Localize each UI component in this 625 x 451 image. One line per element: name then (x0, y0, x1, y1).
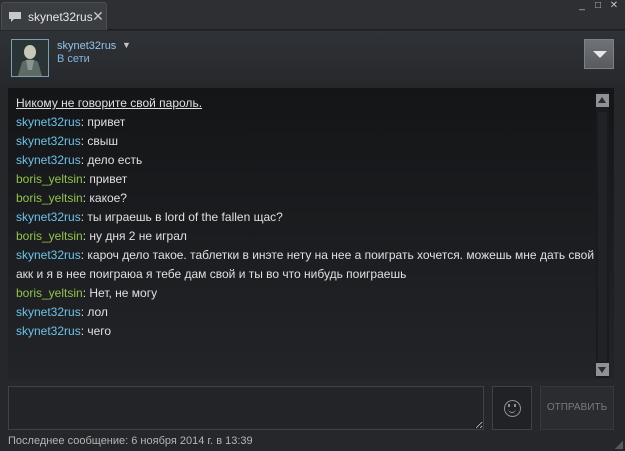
chat-scrollbar[interactable] (596, 92, 609, 378)
emoticon-button[interactable] (492, 386, 532, 430)
message-text: чего (87, 324, 112, 338)
chat-message: boris_yeltsin: Нет, не могу (16, 284, 596, 303)
chat-header: skynet32rus ▼ В сети (0, 31, 625, 87)
message-sender[interactable]: skynet32rus (16, 248, 81, 262)
user-menu-chevron-down-icon[interactable]: ▼ (122, 40, 131, 50)
message-text: дело есть (87, 153, 143, 167)
chat-message: skynet32rus: дело есть (16, 151, 596, 170)
smiley-icon (504, 400, 521, 417)
avatar[interactable] (11, 39, 49, 77)
chat-message: skynet32rus: чего (16, 322, 596, 341)
maximize-button[interactable]: □ (591, 0, 605, 12)
chevron-down-icon (593, 51, 607, 58)
chat-message: skynet32rus: лол (16, 303, 596, 322)
chat-tab[interactable]: skynet32rus ✕ (1, 2, 107, 30)
send-button[interactable]: ОТПРАВИТЬ (540, 386, 614, 430)
last-message-timestamp: Последнее сообщение: 6 ноября 2014 г. в … (8, 435, 253, 447)
message-text: лол (87, 305, 108, 319)
security-warning: Никому не говорите свой пароль. (16, 96, 203, 110)
title-bar: skynet32rus ✕ _ □ ✕ (0, 0, 625, 30)
chat-message: skynet32rus: свыш (16, 132, 596, 151)
tab-title: skynet32rus (28, 10, 93, 24)
message-sender[interactable]: skynet32rus (16, 134, 81, 148)
friend-username[interactable]: skynet32rus (57, 40, 116, 52)
scroll-thumb[interactable] (598, 112, 607, 362)
message-text: ну дня 2 не играл (89, 229, 187, 243)
chat-message: boris_yeltsin: привет (16, 170, 596, 189)
message-list: Никому не говорите свой пароль. skynet32… (16, 94, 596, 341)
message-sender[interactable]: skynet32rus (16, 324, 81, 338)
message-text: кароч дело такое. таблетки в инэте нету … (16, 248, 595, 281)
message-sender[interactable]: boris_yeltsin (16, 172, 83, 186)
message-text: какое? (89, 191, 127, 205)
close-window-button[interactable]: ✕ (607, 0, 621, 12)
message-text: Нет, не могу (89, 286, 158, 300)
message-text: привет (87, 115, 126, 129)
message-sender[interactable]: skynet32rus (16, 115, 81, 129)
scroll-up-icon[interactable] (596, 94, 609, 107)
message-sender[interactable]: boris_yeltsin (16, 286, 83, 300)
chat-log: Никому не говорите свой пароль. skynet32… (8, 88, 614, 379)
message-sender[interactable]: skynet32rus (16, 305, 81, 319)
window-controls: _ □ ✕ (575, 0, 621, 14)
message-sender[interactable]: skynet32rus (16, 153, 81, 167)
options-dropdown-button[interactable] (584, 39, 614, 69)
resize-grip[interactable] (615, 441, 623, 449)
message-input[interactable] (8, 386, 484, 430)
message-text: ты играешь в lord of the fallen щас? (87, 210, 283, 224)
chat-message: skynet32rus: кароч дело такое. таблетки … (16, 246, 596, 284)
message-sender[interactable]: boris_yeltsin (16, 191, 83, 205)
message-text: привет (89, 172, 128, 186)
chat-message: skynet32rus: привет (16, 113, 596, 132)
message-sender[interactable]: boris_yeltsin (16, 229, 83, 243)
close-tab-icon[interactable]: ✕ (92, 8, 104, 24)
chat-message: skynet32rus: ты играешь в lord of the fa… (16, 208, 596, 227)
avatar-image-icon (12, 40, 48, 76)
message-sender[interactable]: skynet32rus (16, 210, 81, 224)
chat-bubble-icon (9, 12, 21, 22)
chat-message: boris_yeltsin: какое? (16, 189, 596, 208)
friend-status: В сети (57, 53, 90, 65)
scroll-down-icon[interactable] (596, 363, 609, 376)
message-text: свыш (87, 134, 119, 148)
chat-message: boris_yeltsin: ну дня 2 не играл (16, 227, 596, 246)
minimize-button[interactable]: _ (575, 0, 589, 12)
